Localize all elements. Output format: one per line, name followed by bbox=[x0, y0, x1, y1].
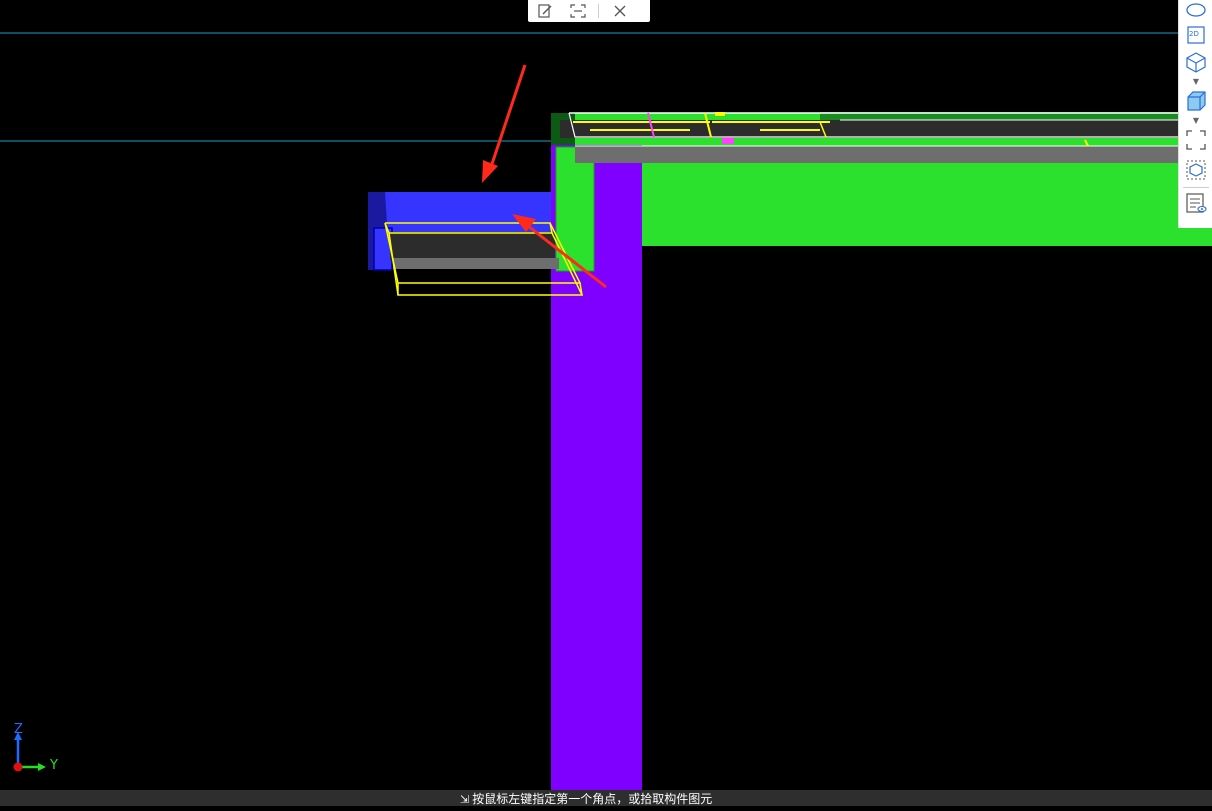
properties-view-icon[interactable] bbox=[1184, 192, 1208, 214]
select-region-icon[interactable] bbox=[561, 0, 594, 22]
shaded-box-icon[interactable] bbox=[1184, 90, 1208, 112]
orbit-icon[interactable] bbox=[1184, 0, 1208, 22]
cursor-pick-icon: ⇲ bbox=[460, 793, 470, 806]
toolbar-separator bbox=[1183, 187, 1209, 188]
floating-toolbar bbox=[528, 0, 650, 22]
slab-beam bbox=[575, 146, 1178, 163]
close-icon[interactable] bbox=[603, 0, 636, 22]
arrow-head-down bbox=[482, 160, 498, 183]
chevron-down-icon[interactable]: ▼ bbox=[1191, 117, 1201, 125]
model-canvas[interactable] bbox=[0, 0, 1212, 806]
view-3d-icon[interactable] bbox=[1184, 51, 1208, 73]
axis-z-label: Z bbox=[14, 722, 23, 737]
view-2d-label: 2D bbox=[1189, 30, 1199, 38]
view-2d-icon[interactable]: 2D bbox=[1184, 24, 1208, 46]
component-view-icon[interactable] bbox=[1184, 159, 1208, 181]
status-bar: ⇲ 按鼠标左键指定第一个角点，或拾取构件图元 bbox=[0, 790, 1212, 806]
axis-indicator: Z Y bbox=[8, 722, 68, 778]
axis-y-label: Y bbox=[50, 758, 58, 773]
edit-icon[interactable] bbox=[528, 0, 561, 22]
toolbar-separator bbox=[598, 4, 599, 18]
chevron-down-icon[interactable]: ▼ bbox=[1191, 78, 1201, 86]
fit-view-icon[interactable] bbox=[1184, 129, 1208, 151]
view-toolbar: 2D ▼ ▼ bbox=[1178, 0, 1212, 228]
status-message: ⇲ 按鼠标左键指定第一个角点，或拾取构件图元 bbox=[460, 788, 712, 811]
status-text: 按鼠标左键指定第一个角点，或拾取构件图元 bbox=[472, 792, 713, 806]
3d-viewport[interactable] bbox=[0, 0, 1212, 806]
cantilever-beam bbox=[368, 192, 559, 271]
